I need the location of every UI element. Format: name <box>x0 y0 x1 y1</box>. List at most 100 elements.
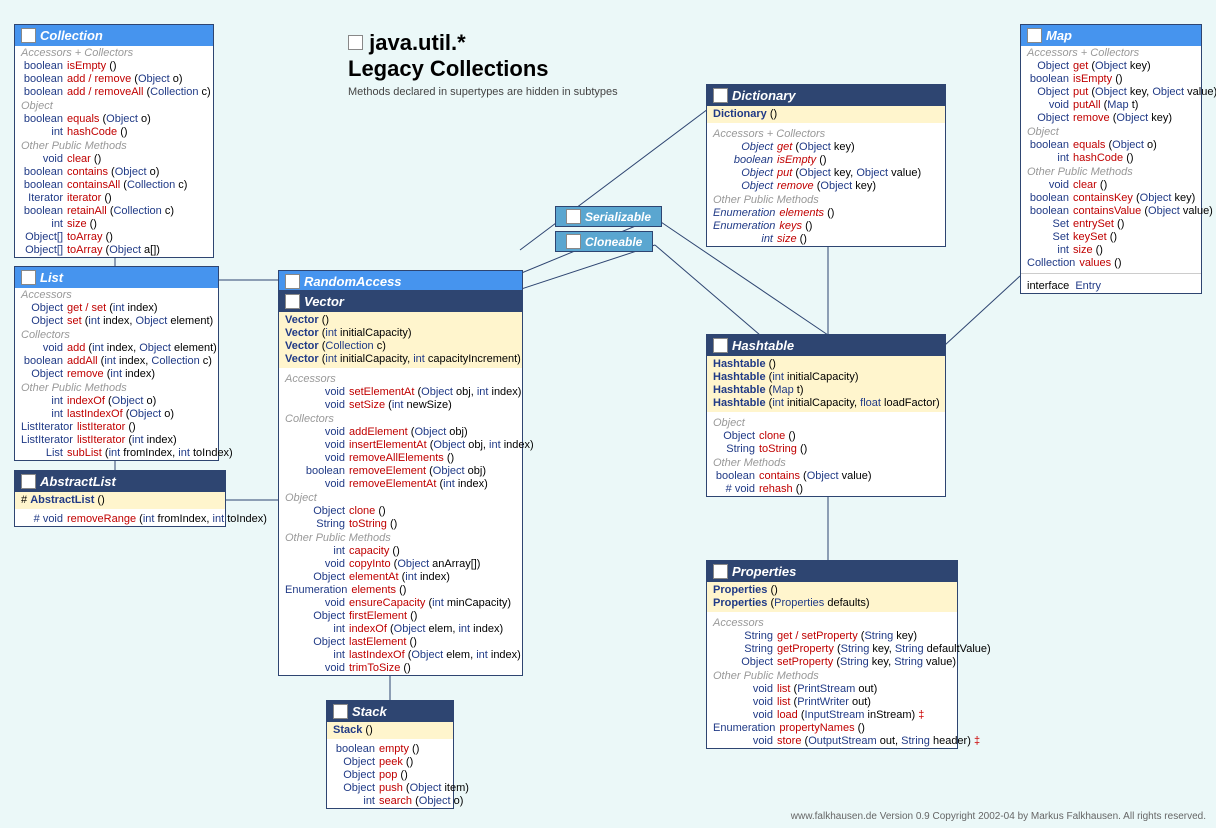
section-header: Collectors <box>15 328 218 342</box>
method-row: booleancontains (Object value) <box>707 470 945 483</box>
section-header: Object <box>707 416 945 430</box>
method-row: intlastIndexOf (Object o) <box>15 408 218 421</box>
method-row: intindexOf (Object elem, int index) <box>279 623 522 636</box>
method-row: intsize () <box>1021 244 1201 257</box>
section-header: Other Public Methods <box>1021 165 1201 179</box>
method-row: voidlist (PrintStream out) <box>707 683 957 696</box>
method-row: Objectput (Object key, Object value) <box>1021 86 1201 99</box>
method-row: ObjectfirstElement () <box>279 610 522 623</box>
method-row: ListIteratorlistIterator (int index) <box>15 434 218 447</box>
method-row: booleanadd / remove (Object o) <box>15 73 213 86</box>
method-row: Objectget / set (int index) <box>15 302 218 315</box>
method-row: ObjectsetProperty (String key, String va… <box>707 656 957 669</box>
class-hashtable: HashtableHashtable ()Hashtable (int init… <box>706 334 946 497</box>
method-row: intsize () <box>707 233 945 246</box>
class-map: MapAccessors + CollectorsObjectget (Obje… <box>1020 24 1202 294</box>
page-title: java.util.* Legacy Collections Methods d… <box>348 30 618 98</box>
section-header: Accessors <box>15 288 218 302</box>
cloneable-label: Cloneable <box>555 231 653 252</box>
class-icon <box>21 474 36 489</box>
method-row: Enumerationelements () <box>707 207 945 220</box>
method-row: ListIteratorlistIterator () <box>15 421 218 434</box>
method-row: voidsetSize (int newSize) <box>279 399 522 412</box>
method-row: booleancontainsValue (Object value) <box>1021 205 1201 218</box>
interface-icon <box>285 274 300 289</box>
method-row: Objectclone () <box>279 505 522 518</box>
constructors: Stack () <box>327 722 453 739</box>
method-row: voidtrimToSize () <box>279 662 522 675</box>
class-abstractlist: AbstractList# AbstractList ()# voidremov… <box>14 470 226 527</box>
class-collection: CollectionAccessors + Collectorsbooleani… <box>14 24 214 258</box>
class-icon <box>21 270 36 285</box>
method-row: ListsubList (int fromIndex, int toIndex) <box>15 447 218 460</box>
method-row: intsearch (Object o) <box>327 795 453 808</box>
method-row: Objectpush (Object item) <box>327 782 453 795</box>
class-vector: VectorVector ()Vector (int initialCapaci… <box>278 290 523 676</box>
method-row: intsize () <box>15 218 213 231</box>
method-row: ObjectelementAt (int index) <box>279 571 522 584</box>
section-header: Collectors <box>279 412 522 426</box>
method-row: StringtoString () <box>707 443 945 456</box>
interface-icon <box>566 209 581 224</box>
method-row: ObjectlastElement () <box>279 636 522 649</box>
section-header: Other Methods <box>707 456 945 470</box>
section-header: Accessors <box>279 372 522 386</box>
method-row: booleancontainsAll (Collection c) <box>15 179 213 192</box>
method-row: StringtoString () <box>279 518 522 531</box>
section-header: Other Public Methods <box>707 669 957 683</box>
method-row: booleanadd / removeAll (Collection c) <box>15 86 213 99</box>
package-icon <box>348 35 363 50</box>
method-row: Objectput (Object key, Object value) <box>707 167 945 180</box>
class-header: List <box>15 267 218 288</box>
method-row: booleanaddAll (int index, Collection c) <box>15 355 218 368</box>
class-icon <box>713 88 728 103</box>
method-row: Enumerationelements () <box>279 584 522 597</box>
method-row: booleancontains (Object o) <box>15 166 213 179</box>
constructors: Properties ()Properties (Properties defa… <box>707 582 957 612</box>
class-header: Map <box>1021 25 1201 46</box>
method-row: booleanisEmpty () <box>1021 73 1201 86</box>
class-header: Dictionary <box>707 85 945 106</box>
method-row: inthashCode () <box>1021 152 1201 165</box>
section-header: Other Public Methods <box>279 531 522 545</box>
class-icon <box>285 294 300 309</box>
method-row: inthashCode () <box>15 126 213 139</box>
method-row: voidremoveElementAt (int index) <box>279 478 522 491</box>
method-row: booleanretainAll (Collection c) <box>15 205 213 218</box>
class-header: Vector <box>279 291 522 312</box>
method-row: voidlist (PrintWriter out) <box>707 696 957 709</box>
method-row: # voidrehash () <box>707 483 945 496</box>
method-row: # voidremoveRange (int fromIndex, int to… <box>15 513 225 526</box>
serializable-label: Serializable <box>555 206 662 227</box>
method-row: Objectset (int index, Object element) <box>15 315 218 328</box>
method-row: voidclear () <box>15 153 213 166</box>
class-header: Properties <box>707 561 957 582</box>
method-row: voidclear () <box>1021 179 1201 192</box>
class-icon <box>333 704 348 719</box>
class-header: Stack <box>327 701 453 722</box>
class-icon <box>1027 28 1042 43</box>
method-row: Objectclone () <box>707 430 945 443</box>
method-row: booleanempty () <box>327 743 453 756</box>
section-header: Accessors + Collectors <box>15 46 213 60</box>
constructors: Hashtable ()Hashtable (int initialCapaci… <box>707 356 945 412</box>
class-list: ListAccessorsObjectget / set (int index)… <box>14 266 219 461</box>
class-stack: StackStack () booleanempty ()Objectpeek (… <box>326 700 454 809</box>
method-row: Collectionvalues () <box>1021 257 1201 270</box>
method-row: voidputAll (Map t) <box>1021 99 1201 112</box>
class-header: Hashtable <box>707 335 945 356</box>
class-properties: PropertiesProperties ()Properties (Prope… <box>706 560 958 749</box>
section-header: Accessors + Collectors <box>707 127 945 141</box>
class-icon <box>21 28 36 43</box>
method-row: voidstore (OutputStream out, String head… <box>707 735 957 748</box>
method-row: Objectpeek () <box>327 756 453 769</box>
constructors: Vector ()Vector (int initialCapacity)Vec… <box>279 312 522 368</box>
footer-text: www.falkhausen.de Version 0.9 Copyright … <box>791 811 1206 822</box>
section-header: Accessors + Collectors <box>1021 46 1201 60</box>
method-row: voidaddElement (Object obj) <box>279 426 522 439</box>
section-header: Accessors <box>707 616 957 630</box>
method-row: voidsetElementAt (Object obj, int index) <box>279 386 522 399</box>
method-row: Stringget / setProperty (String key) <box>707 630 957 643</box>
method-row: intlastIndexOf (Object elem, int index) <box>279 649 522 662</box>
method-row: intcapacity () <box>279 545 522 558</box>
